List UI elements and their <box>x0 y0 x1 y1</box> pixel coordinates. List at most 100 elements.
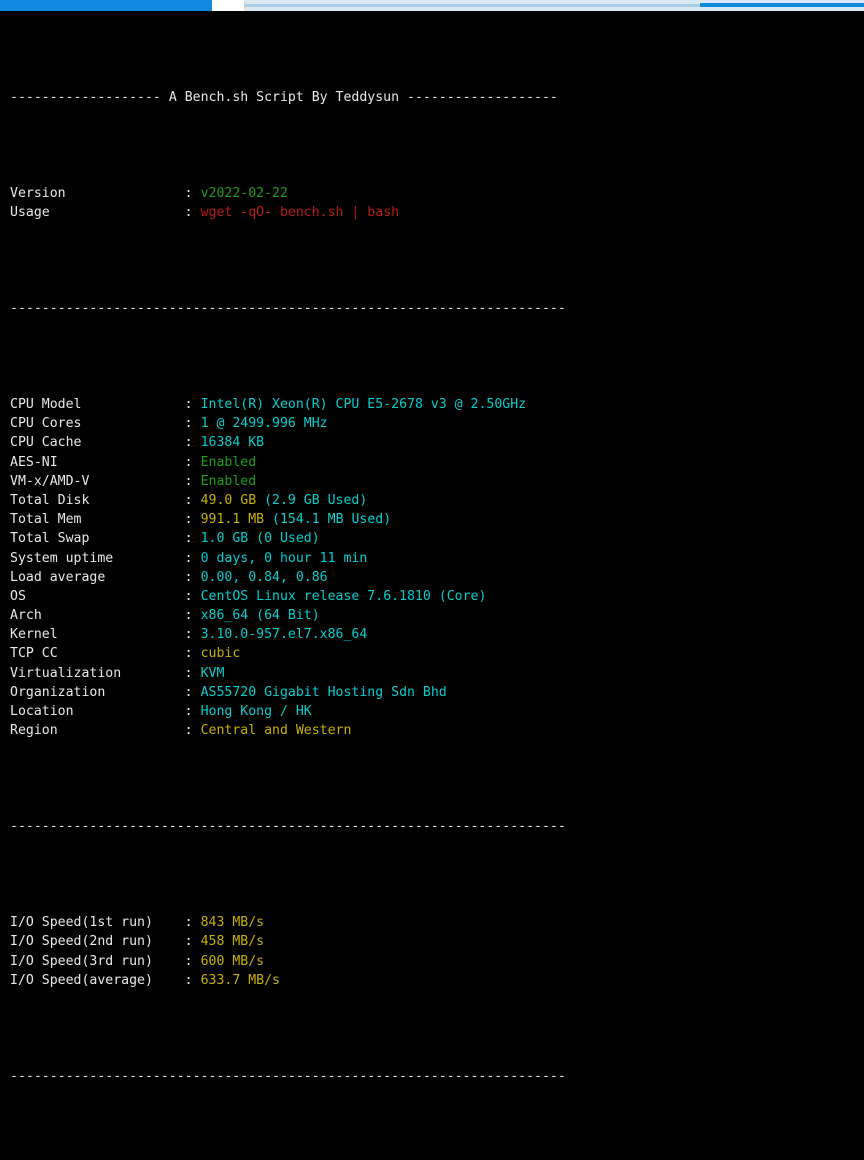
table-row: Total Swap : 1.0 GB (0 Used) <box>0 529 864 548</box>
system-info-colon: : <box>185 397 193 412</box>
system-info-colon: : <box>185 685 193 700</box>
system-info-label: Region <box>10 723 185 738</box>
system-info-value: CentOS Linux release 7.6.1810 (Core) <box>201 589 487 604</box>
system-info-value-secondary: (154.1 MB Used) <box>264 512 391 527</box>
system-info-colon: : <box>185 493 193 508</box>
spacer <box>193 205 201 220</box>
spacer <box>193 627 201 642</box>
system-info-label: VM-x/AMD-V <box>10 474 185 489</box>
table-row: VM-x/AMD-V : Enabled <box>0 472 864 491</box>
system-info-value: Enabled <box>201 455 257 470</box>
table-row: Region : Central and Western <box>0 721 864 740</box>
system-info-label: Organization <box>10 685 185 700</box>
table-row: Total Mem : 991.1 MB (154.1 MB Used) <box>0 510 864 529</box>
system-info-label: CPU Cores <box>10 416 185 431</box>
io-speed-value: 458 MB/s <box>201 934 265 949</box>
table-row: CPU Cache : 16384 KB <box>0 433 864 452</box>
spacer <box>193 934 201 949</box>
system-info-label: TCP CC <box>10 646 185 661</box>
system-info-value: x86_64 (64 Bit) <box>201 608 320 623</box>
system-info-label: Total Disk <box>10 493 185 508</box>
table-row: OS : CentOS Linux release 7.6.1810 (Core… <box>0 587 864 606</box>
system-info-colon: : <box>185 589 193 604</box>
table-row: I/O Speed(2nd run) : 458 MB/s <box>0 932 864 951</box>
spacer <box>193 186 201 201</box>
system-info-value: 1 @ 2499.996 MHz <box>201 416 328 431</box>
system-info-value: KVM <box>201 666 225 681</box>
banner-dashes-right: ------------------- <box>407 90 558 105</box>
io-speed-colon: : <box>185 973 193 988</box>
system-info-rows: CPU Model : Intel(R) Xeon(R) CPU E5-2678… <box>0 395 864 740</box>
system-info-value: 991.1 MB <box>201 512 265 527</box>
system-info-label: CPU Model <box>10 397 185 412</box>
script-info-rows: Version : v2022-02-22Usage : wget -qO- b… <box>0 184 864 222</box>
table-row: Organization : AS55720 Gigabit Hosting S… <box>0 683 864 702</box>
system-info-value-secondary: (2.9 GB Used) <box>256 493 367 508</box>
system-info-value: Hong Kong / HK <box>201 704 312 719</box>
browser-top-bar <box>0 0 864 11</box>
io-speed-label: I/O Speed(2nd run) <box>10 934 185 949</box>
system-info-label: Location <box>10 704 185 719</box>
terminal-output[interactable]: ------------------- A Bench.sh Script By… <box>0 11 864 580</box>
spacer <box>193 973 201 988</box>
table-row: Location : Hong Kong / HK <box>0 702 864 721</box>
spacer <box>193 531 201 546</box>
io-speed-label: I/O Speed(3rd run) <box>10 954 185 969</box>
system-info-colon: : <box>185 570 193 585</box>
system-info-colon: : <box>185 704 193 719</box>
banner-title: A Bench.sh Script By Teddysun <box>161 90 407 105</box>
system-info-value: 0 days, 0 hour 11 min <box>201 551 368 566</box>
separator-line-2: ----------------------------------------… <box>0 817 864 836</box>
table-row: Kernel : 3.10.0-957.el7.x86_64 <box>0 625 864 644</box>
spacer <box>193 723 201 738</box>
system-info-value: Intel(R) Xeon(R) CPU E5-2678 v3 @ 2.50GH… <box>201 397 527 412</box>
spacer <box>193 666 201 681</box>
system-info-value: 0.00, 0.84, 0.86 <box>201 570 328 585</box>
system-info-colon: : <box>185 455 193 470</box>
system-info-label: Arch <box>10 608 185 623</box>
spacer <box>193 474 201 489</box>
spacer <box>193 551 201 566</box>
table-row: TCP CC : cubic <box>0 644 864 663</box>
spacer <box>193 915 201 930</box>
script-info-colon: : <box>185 186 193 201</box>
spacer <box>193 646 201 661</box>
table-row: Version : v2022-02-22 <box>0 184 864 203</box>
io-speed-value: 633.7 MB/s <box>201 973 280 988</box>
system-info-colon: : <box>185 646 193 661</box>
spacer <box>193 435 201 450</box>
system-info-label: AES-NI <box>10 455 185 470</box>
progress-bar-gap <box>212 1 245 10</box>
table-row: I/O Speed(1st run) : 843 MB/s <box>0 913 864 932</box>
system-info-label: CPU Cache <box>10 435 185 450</box>
system-info-value: Central and Western <box>201 723 352 738</box>
system-info-label: Total Mem <box>10 512 185 527</box>
script-info-label: Version <box>10 186 185 201</box>
system-info-colon: : <box>185 551 193 566</box>
system-info-value: 49.0 GB <box>201 493 257 508</box>
table-row: Virtualization : KVM <box>0 664 864 683</box>
spacer <box>193 685 201 700</box>
system-info-colon: : <box>185 723 193 738</box>
system-info-label: Load average <box>10 570 185 585</box>
system-info-colon: : <box>185 435 193 450</box>
table-row: CPU Model : Intel(R) Xeon(R) CPU E5-2678… <box>0 395 864 414</box>
spacer <box>193 397 201 412</box>
system-info-label: System uptime <box>10 551 185 566</box>
system-info-value: 16384 KB <box>201 435 265 450</box>
io-speed-colon: : <box>185 934 193 949</box>
table-row: AES-NI : Enabled <box>0 453 864 472</box>
io-speed-value: 843 MB/s <box>201 915 265 930</box>
system-info-value: AS55720 Gigabit Hosting Sdn Bhd <box>201 685 447 700</box>
io-speed-value: 600 MB/s <box>201 954 265 969</box>
system-info-colon: : <box>185 666 193 681</box>
script-info-value: wget -qO- bench.sh | bash <box>201 205 400 220</box>
spacer <box>193 589 201 604</box>
horizontal-scrollbar-thumb[interactable] <box>700 3 864 7</box>
system-info-label: Total Swap <box>10 531 185 546</box>
system-info-label: Kernel <box>10 627 185 642</box>
separator-line-3: ----------------------------------------… <box>0 1067 864 1086</box>
spacer <box>193 493 201 508</box>
system-info-value: 3.10.0-957.el7.x86_64 <box>201 627 368 642</box>
spacer <box>193 570 201 585</box>
